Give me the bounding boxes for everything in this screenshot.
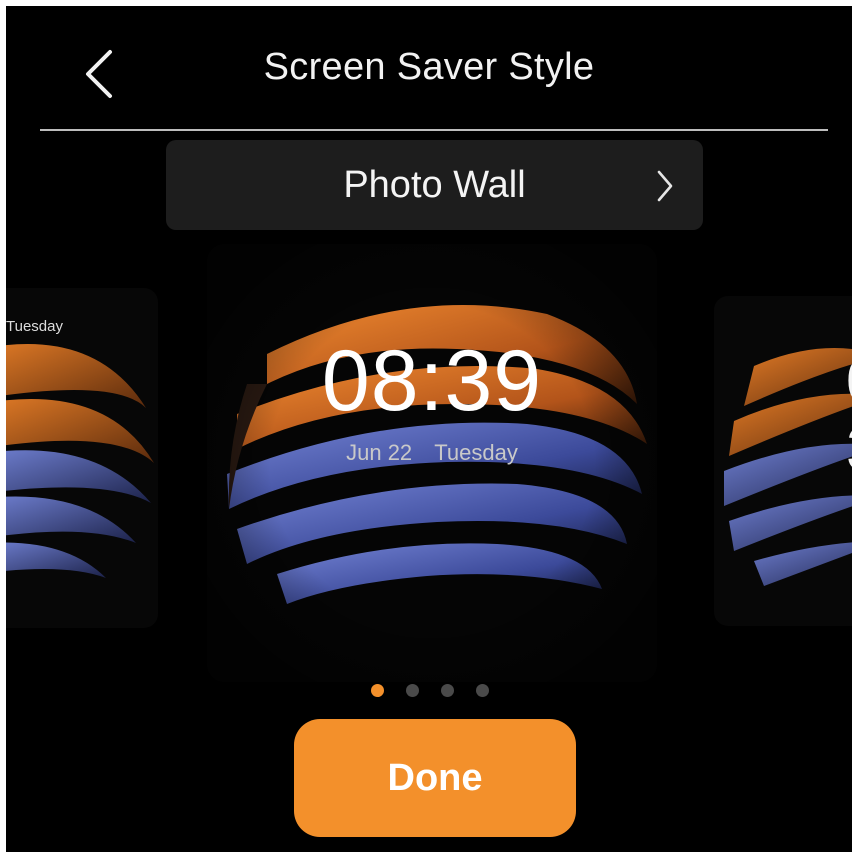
clock-time: 08:39 [321, 333, 543, 429]
preview-card-next[interactable]: 0 3 [714, 296, 852, 626]
carousel-pager [371, 684, 489, 698]
pager-dot-active[interactable] [371, 684, 384, 697]
done-button[interactable]: Done [294, 719, 576, 837]
screen-saver-style-screen: Screen Saver Style Photo Wall Tuesday 08… [6, 6, 852, 852]
pager-dot[interactable] [406, 684, 419, 697]
preview-card-previous[interactable]: Tuesday [6, 288, 158, 628]
style-selector[interactable]: Photo Wall [166, 140, 703, 230]
swirl-artwork [724, 348, 852, 586]
pager-dot[interactable] [476, 684, 489, 697]
pager-dot[interactable] [441, 684, 454, 697]
clock-day: Tuesday [434, 440, 518, 465]
right-card-time-digit-top: 0 [846, 346, 852, 417]
clock-date: Jun 22 [346, 440, 413, 465]
header-divider [40, 129, 828, 131]
page-title: Screen Saver Style [263, 46, 595, 88]
left-card-day: Tuesday [6, 318, 63, 335]
preview-card-current[interactable]: 08:39 Jun 22 Tuesday [207, 244, 657, 682]
style-selector-value: Photo Wall [343, 164, 526, 206]
swirl-artwork [6, 344, 154, 578]
right-card-time-digit-bottom: 3 [846, 414, 852, 485]
clock-date-line: Jun 22 Tuesday [207, 440, 657, 466]
chevron-right-icon [657, 170, 673, 202]
